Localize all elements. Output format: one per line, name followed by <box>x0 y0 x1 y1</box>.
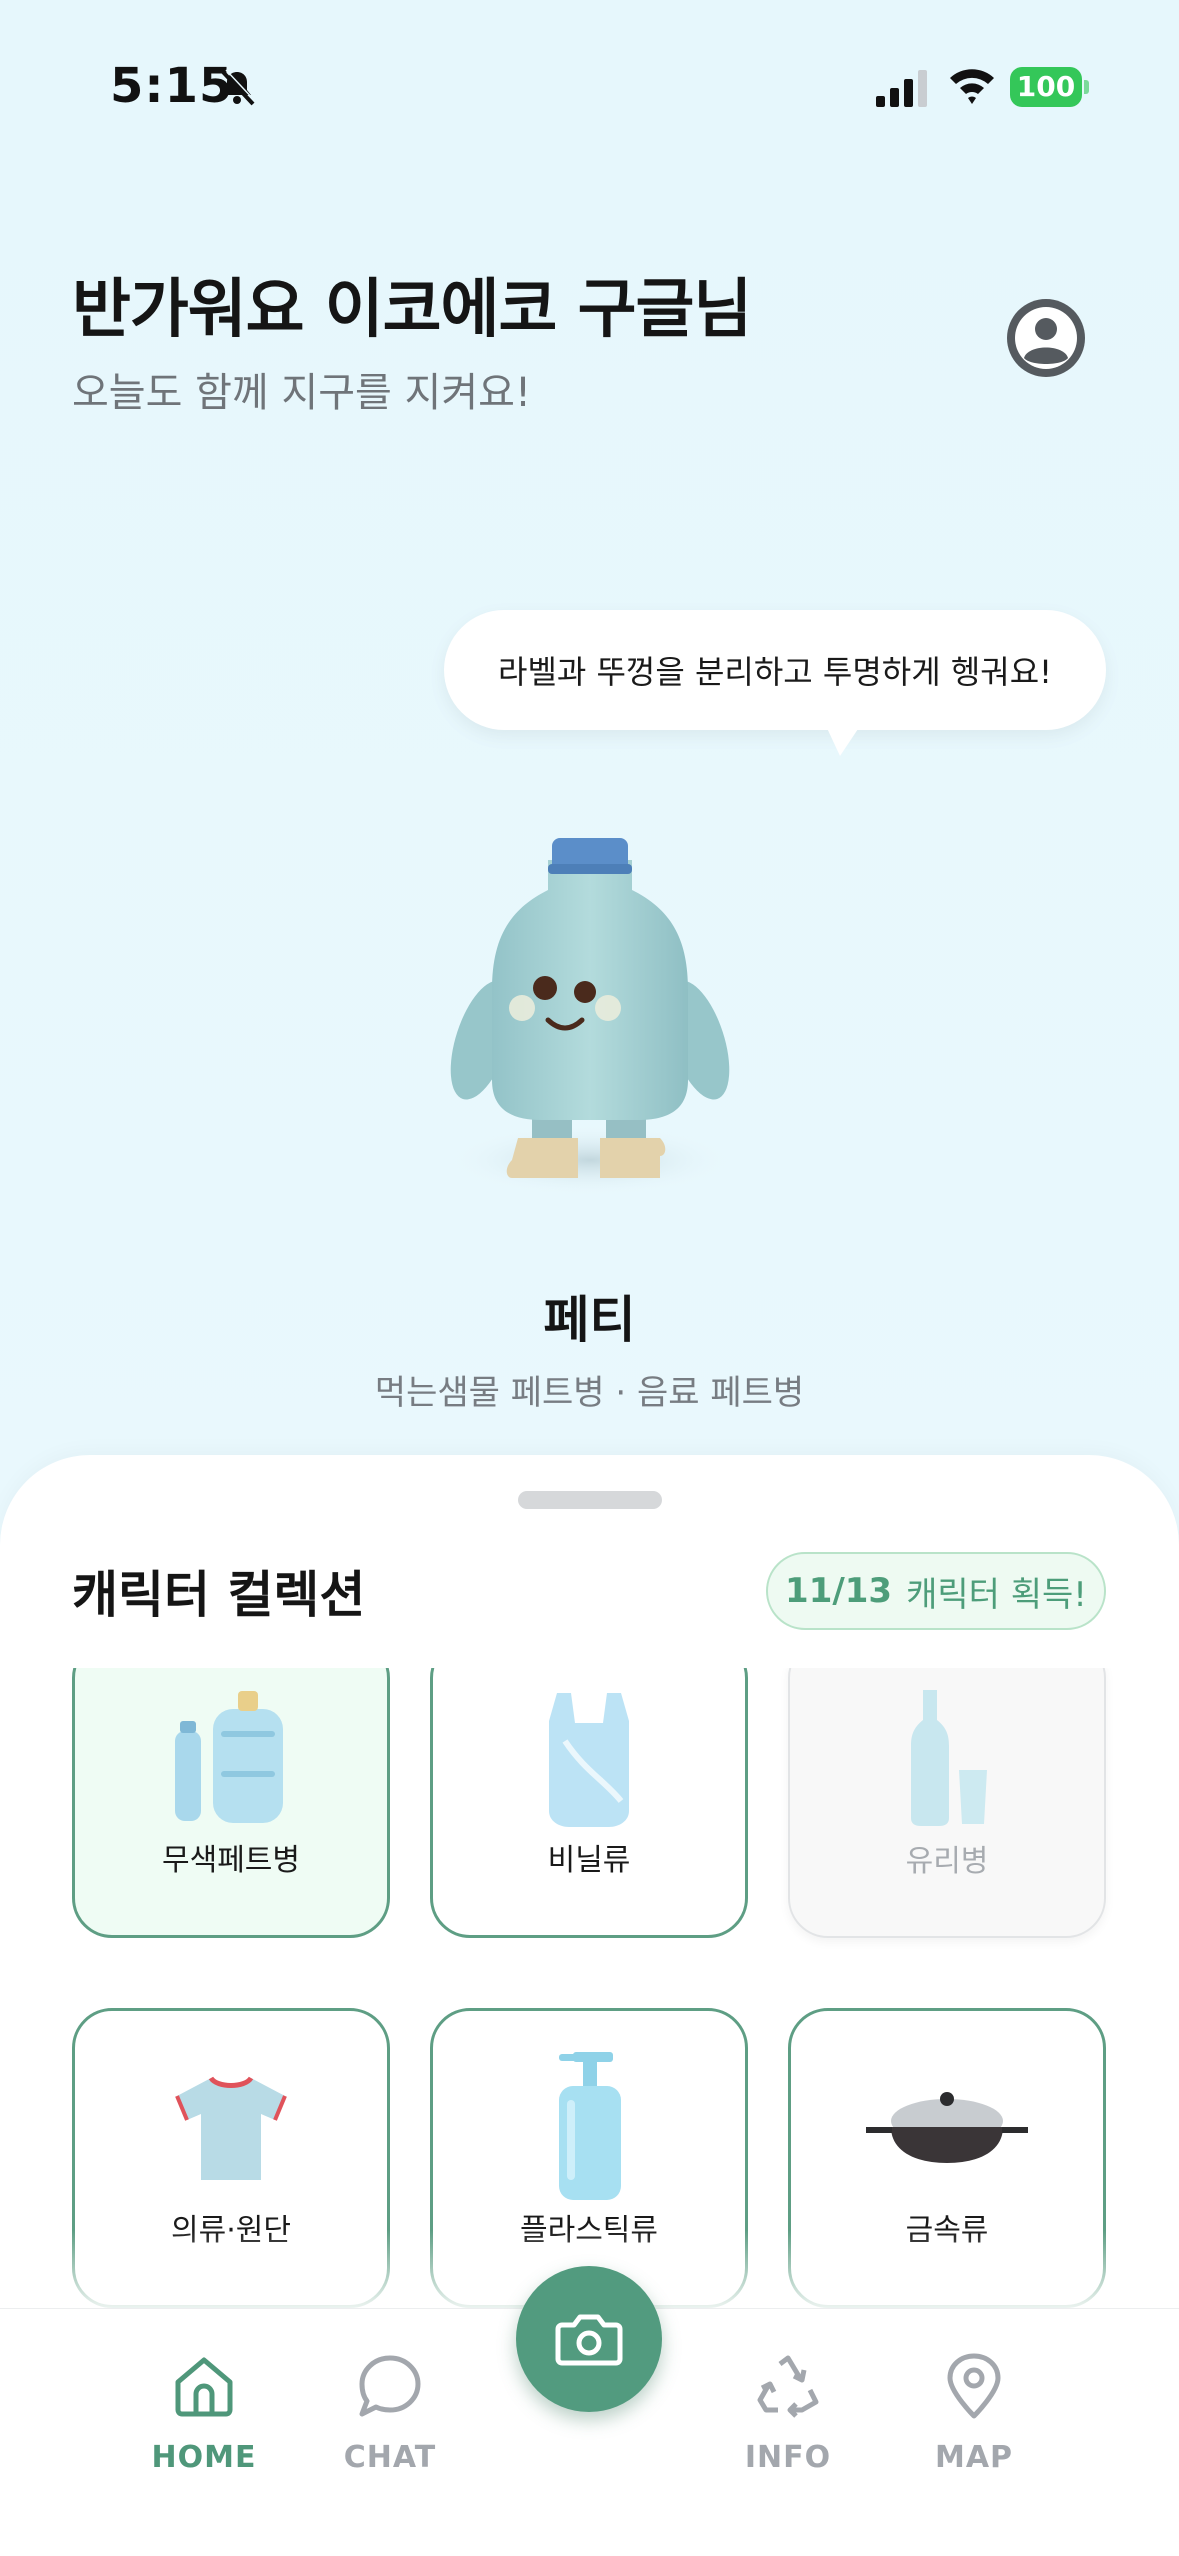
collection-title: 캐릭터 컬렉션 <box>72 1566 366 1624</box>
battery-level: 100 <box>1010 67 1082 107</box>
nav-chat-label: CHAT <box>343 2440 437 2475</box>
plastic-bag-icon <box>549 1693 629 1827</box>
collection-grid: 무색페트병 비닐류 유리병 <box>0 1668 1179 2308</box>
nav-map[interactable]: MAP <box>884 2350 1064 2480</box>
nav-info-label: INFO <box>744 2440 832 2475</box>
user-circle-icon[interactable] <box>1004 296 1088 380</box>
card-label: 유리병 <box>905 1844 989 1879</box>
collection-card-vinyl[interactable]: 비닐류 <box>430 1668 748 1938</box>
recycle-icon <box>757 2355 819 2418</box>
camera-button[interactable] <box>516 2266 662 2412</box>
greeting-subtitle: 오늘도 함께 지구를 지켜요! <box>72 370 531 416</box>
status-bar: 5:15 100 <box>0 0 1179 170</box>
speech-bubble: 라벨과 뚜껑을 분리하고 투명하게 헹궈요! <box>444 610 1106 730</box>
badge-count: 11/13 <box>785 1571 893 1611</box>
character-description: 먹는샘물 페트병 · 음료 페트병 <box>374 1373 805 1413</box>
character-name: 페티 <box>543 1291 636 1349</box>
home-icon <box>175 2357 233 2417</box>
map-pin-icon <box>947 2353 1001 2419</box>
chat-bubble-icon <box>359 2355 421 2417</box>
home-screen: 5:15 100 반가워요 이코에코 구글님 오늘도 함께 지구를 지켜요! 라… <box>0 0 1179 2556</box>
speech-bubble-tail <box>826 726 860 756</box>
bell-slash-icon <box>221 69 257 106</box>
nav-chat[interactable]: CHAT <box>300 2350 480 2480</box>
pet-bottles-icon <box>175 1691 283 1823</box>
character-illustration[interactable] <box>420 820 760 1220</box>
collection-card-glass[interactable]: 유리병 <box>788 1668 1106 1938</box>
card-label: 무색페트병 <box>162 1843 300 1878</box>
pump-bottle-icon <box>559 2052 621 2200</box>
speech-text: 라벨과 뚜껑을 분리하고 투명하게 헹궈요! <box>498 653 1052 691</box>
nav-home-label: HOME <box>151 2440 257 2475</box>
greeting-title: 반가워요 이코에코 구글님 <box>72 273 752 347</box>
nav-map-label: MAP <box>934 2440 1014 2475</box>
collection-progress-badge: 11/13 캐릭터 획득! <box>766 1552 1106 1630</box>
cellular-signal-icon <box>876 70 927 107</box>
glass-bottle-icon <box>911 1690 987 1826</box>
frying-pan-icon <box>866 2092 1028 2163</box>
battery-icon: 100 <box>1010 67 1089 107</box>
nav-info[interactable]: INFO <box>698 2350 878 2480</box>
tshirt-icon <box>175 2076 287 2180</box>
camera-icon <box>555 2314 623 2366</box>
sheet-drag-handle[interactable] <box>518 1491 662 1509</box>
nav-home[interactable]: HOME <box>114 2350 294 2480</box>
wifi-icon <box>950 69 994 104</box>
card-label: 비닐류 <box>547 1843 631 1878</box>
badge-text: 캐릭터 획득! <box>906 1574 1087 1615</box>
collection-card-pet[interactable]: 무색페트병 <box>72 1668 390 1938</box>
